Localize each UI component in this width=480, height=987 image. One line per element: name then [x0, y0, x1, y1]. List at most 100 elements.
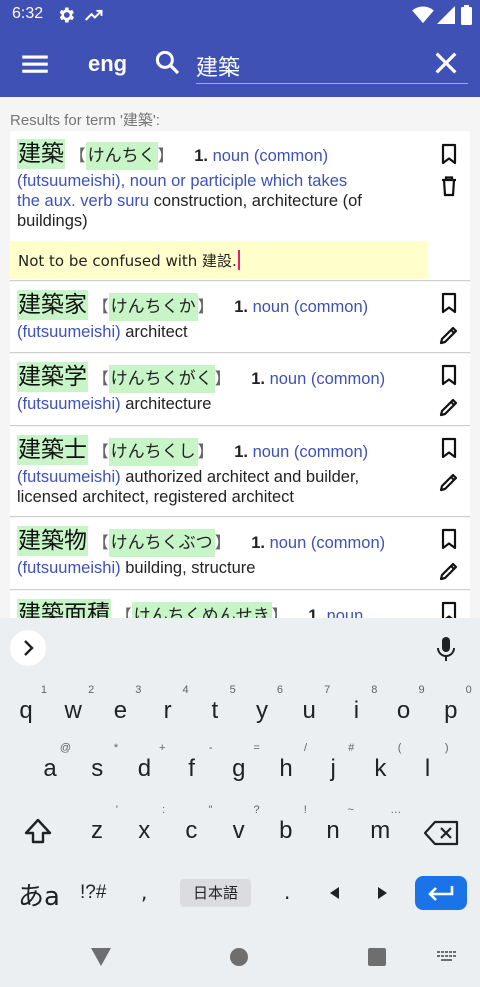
language-selector[interactable]: eng [88, 51, 127, 77]
recents-icon[interactable] [368, 948, 386, 966]
key-g[interactable]: = g [216, 742, 262, 792]
right-arrow-icon[interactable] [375, 886, 389, 900]
key-r[interactable]: 4r [145, 684, 191, 734]
delete-icon[interactable] [437, 173, 461, 199]
language-switch-key[interactable]: あa [18, 876, 60, 913]
symbols-key[interactable]: !?# [80, 882, 106, 904]
key-j[interactable]: # j [310, 742, 356, 792]
key-t[interactable]: 5t [192, 684, 238, 734]
key-label: u [302, 697, 316, 724]
key-n[interactable]: ~ n [310, 804, 356, 854]
backspace-icon[interactable] [424, 820, 460, 846]
period-key[interactable]: . [284, 880, 290, 904]
left-arrow-icon[interactable] [328, 886, 342, 900]
key-s[interactable]: * s [74, 742, 120, 792]
close-icon[interactable] [430, 47, 462, 79]
entry-content: 建築 【けんちく】 1. noun (common) (futsuumeishi… [17, 139, 420, 231]
entry-word: 建築家 [17, 290, 88, 320]
suggestion-strip [0, 618, 480, 678]
bookmark-icon[interactable] [437, 526, 461, 552]
symbols-label: !?# [80, 882, 107, 903]
part-of-speech: the aux. verb suru [17, 192, 150, 210]
bookmark-icon[interactable] [437, 141, 461, 167]
results-list[interactable]: Results for term '建築': 建築 【けんちく】 1. noun… [0, 97, 480, 618]
key-l[interactable]: ) l [405, 742, 451, 792]
key-c[interactable]: " c [168, 804, 214, 854]
list-item[interactable]: 建築士 【けんちくし】 1. noun (common) (futsuumeis… [10, 427, 470, 517]
bookmark-icon[interactable] [437, 435, 461, 461]
keyboard-switch-icon[interactable] [437, 951, 457, 963]
back-icon[interactable] [91, 948, 111, 966]
key-m[interactable]: … m [357, 804, 403, 854]
comma-key[interactable]: , [141, 880, 147, 904]
key-x[interactable]: :x [121, 804, 167, 854]
settings-icon [59, 7, 74, 23]
key-label: k [374, 755, 387, 782]
list-item[interactable]: 建築面積 【けんちくめんせき】 1. noun [10, 591, 470, 618]
list-item[interactable]: 建築物 【けんちくぶつ】 1. noun (common) (futsuumei… [10, 518, 470, 590]
period-label: . [284, 880, 291, 904]
mic-icon[interactable] [434, 636, 458, 662]
edit-icon[interactable] [437, 322, 461, 348]
part-of-speech: noun (common) [269, 370, 386, 388]
signal-icon [437, 6, 455, 24]
key-label: h [279, 755, 293, 782]
key-hint: ? [253, 804, 260, 816]
entry-content: 建築士 【けんちくし】 1. noun (common) (futsuumeis… [17, 435, 420, 507]
key-label: q [19, 697, 33, 724]
key-label: g [232, 755, 246, 782]
key-hint: = [253, 742, 260, 754]
key-u[interactable]: 7u [286, 684, 332, 734]
shift-icon[interactable] [22, 816, 54, 848]
toolbar-expand-button[interactable] [10, 630, 46, 666]
edit-icon[interactable] [437, 394, 461, 420]
key-hint: 9 [418, 684, 425, 696]
space-key-label: 日本語 [192, 884, 238, 902]
part-of-speech: noun (common) [252, 443, 369, 461]
key-hint: * [113, 742, 119, 754]
entry-reading: けんちくか [108, 293, 198, 321]
key-q[interactable]: 1q [3, 684, 49, 734]
entry-word: 建築面積 [17, 599, 111, 618]
key-v[interactable]: ? v [216, 804, 262, 854]
key-y[interactable]: 6y [239, 684, 285, 734]
entry-word: 建築物 [17, 526, 88, 556]
key-d[interactable]: + d [121, 742, 167, 792]
key-hint: ! [303, 804, 307, 816]
key-o[interactable]: 9o [381, 684, 427, 734]
bookmark-icon[interactable] [437, 290, 461, 316]
enter-key[interactable] [415, 876, 467, 910]
key-hint: : [162, 804, 166, 816]
key-h[interactable]: / h [263, 742, 309, 792]
key-f[interactable]: -f [169, 742, 215, 792]
edit-icon[interactable] [437, 469, 461, 495]
entry-note[interactable]: Not to be confused with 建設. [10, 241, 428, 279]
key-e[interactable]: 3e [97, 684, 143, 734]
menu-icon[interactable] [18, 47, 52, 81]
key-k[interactable]: (k [357, 742, 403, 792]
key-i[interactable]: 8i [333, 684, 379, 734]
key-w[interactable]: 2w [50, 684, 96, 734]
key-b[interactable]: ! b [263, 804, 309, 854]
home-icon[interactable] [230, 948, 248, 966]
search-input[interactable] [196, 48, 468, 84]
search-icon[interactable] [153, 48, 183, 78]
list-item[interactable]: 建築 【けんちく】 1. noun (common) (futsuumeishi… [10, 131, 470, 281]
space-key[interactable]: 日本語 [180, 879, 251, 907]
entry-content: 建築面積 【けんちくめんせき】 1. noun [17, 599, 420, 618]
trending-icon [84, 9, 103, 21]
key-z[interactable]: ' z [74, 804, 120, 854]
edit-icon[interactable] [437, 558, 461, 584]
key-hint: 2 [88, 684, 95, 696]
gloss: licensed architect, registered architect [17, 488, 294, 506]
sense-number: 1. [251, 534, 265, 552]
key-p[interactable]: 0p [428, 684, 474, 734]
key-hint: … [390, 804, 402, 816]
key-label: z [91, 817, 103, 844]
bookmark-icon[interactable] [437, 362, 461, 388]
list-item[interactable]: 建築学 【けんちくがく】 1. noun (common) (futsuumei… [10, 354, 470, 426]
key-a[interactable]: @ a [27, 742, 73, 792]
wifi-icon [412, 6, 434, 24]
list-item[interactable]: 建築家 【けんちくか】 1. noun (common) (futsuumeis… [10, 282, 470, 353]
bookmark-icon[interactable] [437, 599, 461, 618]
